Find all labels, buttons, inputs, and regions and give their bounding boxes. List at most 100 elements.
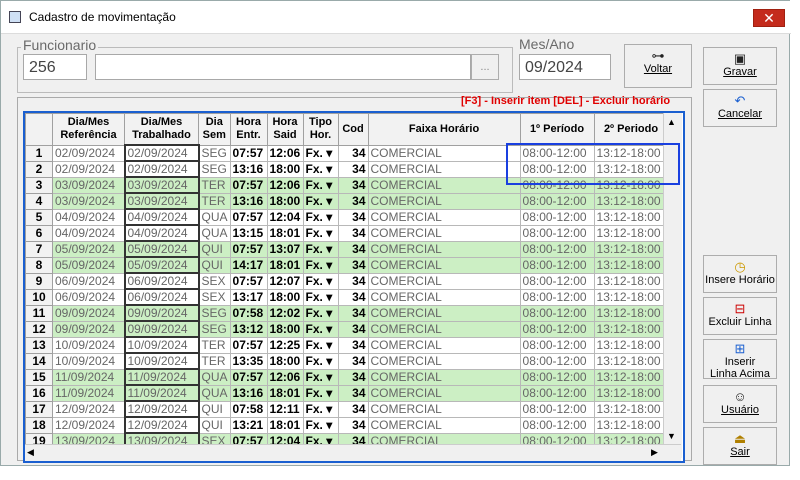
row-number[interactable]: 12 [25,320,53,338]
date-reference-cell[interactable]: 06/09/2024 [52,288,125,306]
exit-time-cell[interactable]: 18:01 [266,416,304,434]
schedule-type-cell[interactable]: Fx. ▾ [302,320,339,338]
entry-time-cell[interactable]: 07:57 [229,176,268,194]
table-row[interactable]: 17 12/09/2024 12/09/2024 QUI 07:58 12:11 Fx. ▾… [25,400,669,418]
date-reference-cell[interactable]: 02/09/2024 [52,160,125,178]
period2-cell[interactable]: 13:12-18:00 [593,416,669,434]
schedule-type-cell[interactable]: Fx. ▾ [302,304,339,322]
exit-time-cell[interactable]: 18:01 [266,224,304,242]
dropdown-arrow-icon[interactable]: ▾ [323,162,332,176]
row-number[interactable]: 5 [25,208,53,226]
period2-cell[interactable]: 13:12-18:00 [593,208,669,226]
employee-lookup-button[interactable]: ... [471,54,499,80]
time-range-cell[interactable]: COMERCIAL [367,384,521,402]
table-row[interactable]: 10 06/09/2024 06/09/2024 SEX 13:17 18:00 Fx. ▾… [25,288,669,306]
period2-cell[interactable]: 13:12-18:00 [593,192,669,210]
time-range-cell[interactable]: COMERCIAL [367,320,521,338]
entry-time-cell[interactable]: 07:57 [229,336,268,354]
exit-time-cell[interactable]: 18:00 [266,160,304,178]
period1-cell[interactable]: 08:00-12:00 [519,320,595,338]
exit-time-cell[interactable]: 12:02 [266,304,304,322]
schedule-type-cell[interactable]: Fx. ▾ [302,416,339,434]
entry-time-cell[interactable]: 13:16 [229,192,268,210]
schedule-type-cell[interactable]: Fx. ▾ [302,272,339,290]
schedule-type-cell[interactable]: Fx. ▾ [302,384,339,402]
column-header[interactable]: Hora Entr. [229,113,268,146]
time-range-cell[interactable]: COMERCIAL [367,208,521,226]
entry-time-cell[interactable]: 14:17 [229,256,268,274]
date-worked-cell[interactable]: 03/09/2024 [123,176,200,194]
column-header[interactable]: Hora Said [266,113,304,146]
period1-cell[interactable]: 08:00-12:00 [519,336,595,354]
close-button[interactable]: ✕ [753,9,785,27]
code-cell[interactable]: 34 [337,384,369,402]
code-cell[interactable]: 34 [337,272,369,290]
date-worked-cell[interactable]: 10/09/2024 [123,352,200,370]
date-reference-cell[interactable]: 03/09/2024 [52,192,125,210]
table-row[interactable]: 8 05/09/2024 05/09/2024 QUI 14:17 18:01 Fx. ▾ 3… [25,256,669,274]
row-number[interactable]: 16 [25,384,53,402]
exit-time-cell[interactable]: 12:06 [266,144,304,162]
code-cell[interactable]: 34 [337,416,369,434]
date-worked-cell[interactable]: 12/09/2024 [123,416,200,434]
exit-time-cell[interactable]: 18:01 [266,256,304,274]
dropdown-arrow-icon[interactable]: ▾ [323,322,332,336]
entry-time-cell[interactable]: 13:35 [229,352,268,370]
dropdown-arrow-icon[interactable]: ▾ [323,258,332,272]
period2-cell[interactable]: 13:12-18:00 [593,256,669,274]
date-worked-cell[interactable]: 09/09/2024 [123,304,200,322]
weekday-cell[interactable]: TER [198,336,231,354]
table-row[interactable]: 15 11/09/2024 11/09/2024 QUA 07:57 12:06 Fx. ▾… [25,368,669,386]
column-header[interactable]: Dia/Mes Trabalhado [124,113,199,146]
code-cell[interactable]: 34 [337,320,369,338]
row-number[interactable]: 18 [25,416,53,434]
weekday-cell[interactable]: TER [198,176,231,194]
gravar-button[interactable]: ▣ Gravar [703,47,777,85]
schedule-type-cell[interactable]: Fx. ▾ [302,256,339,274]
table-row[interactable]: 4 03/09/2024 03/09/2024 TER 13:16 18:00 Fx. ▾ 3… [25,192,669,210]
weekday-cell[interactable]: QUA [198,208,231,226]
date-worked-cell[interactable]: 10/09/2024 [123,336,200,354]
usuario-button[interactable]: ☺ Usuário [703,385,777,423]
schedule-type-cell[interactable]: Fx. ▾ [302,240,339,258]
time-range-cell[interactable]: COMERCIAL [367,272,521,290]
date-reference-cell[interactable]: 03/09/2024 [52,176,125,194]
time-range-cell[interactable]: COMERCIAL [367,416,521,434]
row-number[interactable]: 8 [25,256,53,274]
time-range-cell[interactable]: COMERCIAL [367,400,521,418]
date-worked-cell[interactable]: 06/09/2024 [123,288,200,306]
column-header[interactable]: Tipo Hor. [302,113,339,146]
period2-cell[interactable]: 13:12-18:00 [593,272,669,290]
dropdown-arrow-icon[interactable]: ▾ [323,226,332,240]
weekday-cell[interactable]: QUA [198,224,231,242]
entry-time-cell[interactable]: 13:12 [229,320,268,338]
period2-cell[interactable]: 13:12-18:00 [593,400,669,418]
date-reference-cell[interactable]: 12/09/2024 [52,416,125,434]
exit-time-cell[interactable]: 12:11 [266,400,304,418]
table-row[interactable]: 6 04/09/2024 04/09/2024 QUA 13:15 18:01 Fx. ▾ 3… [25,224,669,242]
schedule-type-cell[interactable]: Fx. ▾ [302,192,339,210]
period1-cell[interactable]: 08:00-12:00 [519,304,595,322]
column-header[interactable]: Dia Sem [198,113,231,146]
row-number[interactable]: 9 [25,272,53,290]
column-header[interactable]: Faixa Horário [367,113,521,146]
table-row[interactable]: 9 06/09/2024 06/09/2024 SEX 07:57 12:07 Fx. ▾ 3… [25,272,669,290]
table-row[interactable]: 16 11/09/2024 11/09/2024 QUA 13:16 18:01 Fx. ▾… [25,384,669,402]
row-number[interactable]: 6 [25,224,53,242]
weekday-cell[interactable]: QUI [198,400,231,418]
date-reference-cell[interactable]: 02/09/2024 [52,144,125,162]
period2-cell[interactable]: 13:12-18:00 [593,384,669,402]
date-reference-cell[interactable]: 11/09/2024 [52,368,125,386]
exit-time-cell[interactable]: 13:07 [266,240,304,258]
date-reference-cell[interactable]: 11/09/2024 [52,384,125,402]
time-range-cell[interactable]: COMERCIAL [367,304,521,322]
dropdown-arrow-icon[interactable]: ▾ [323,338,332,352]
entry-time-cell[interactable]: 13:15 [229,224,268,242]
date-worked-cell[interactable]: 05/09/2024 [123,256,200,274]
weekday-cell[interactable]: QUI [198,240,231,258]
table-row[interactable]: 13 10/09/2024 10/09/2024 TER 07:57 12:25 Fx. ▾… [25,336,669,354]
exit-time-cell[interactable]: 12:07 [266,272,304,290]
voltar-button[interactable]: ⊶ Voltar [624,44,692,88]
schedule-type-cell[interactable]: Fx. ▾ [302,208,339,226]
code-cell[interactable]: 34 [337,368,369,386]
